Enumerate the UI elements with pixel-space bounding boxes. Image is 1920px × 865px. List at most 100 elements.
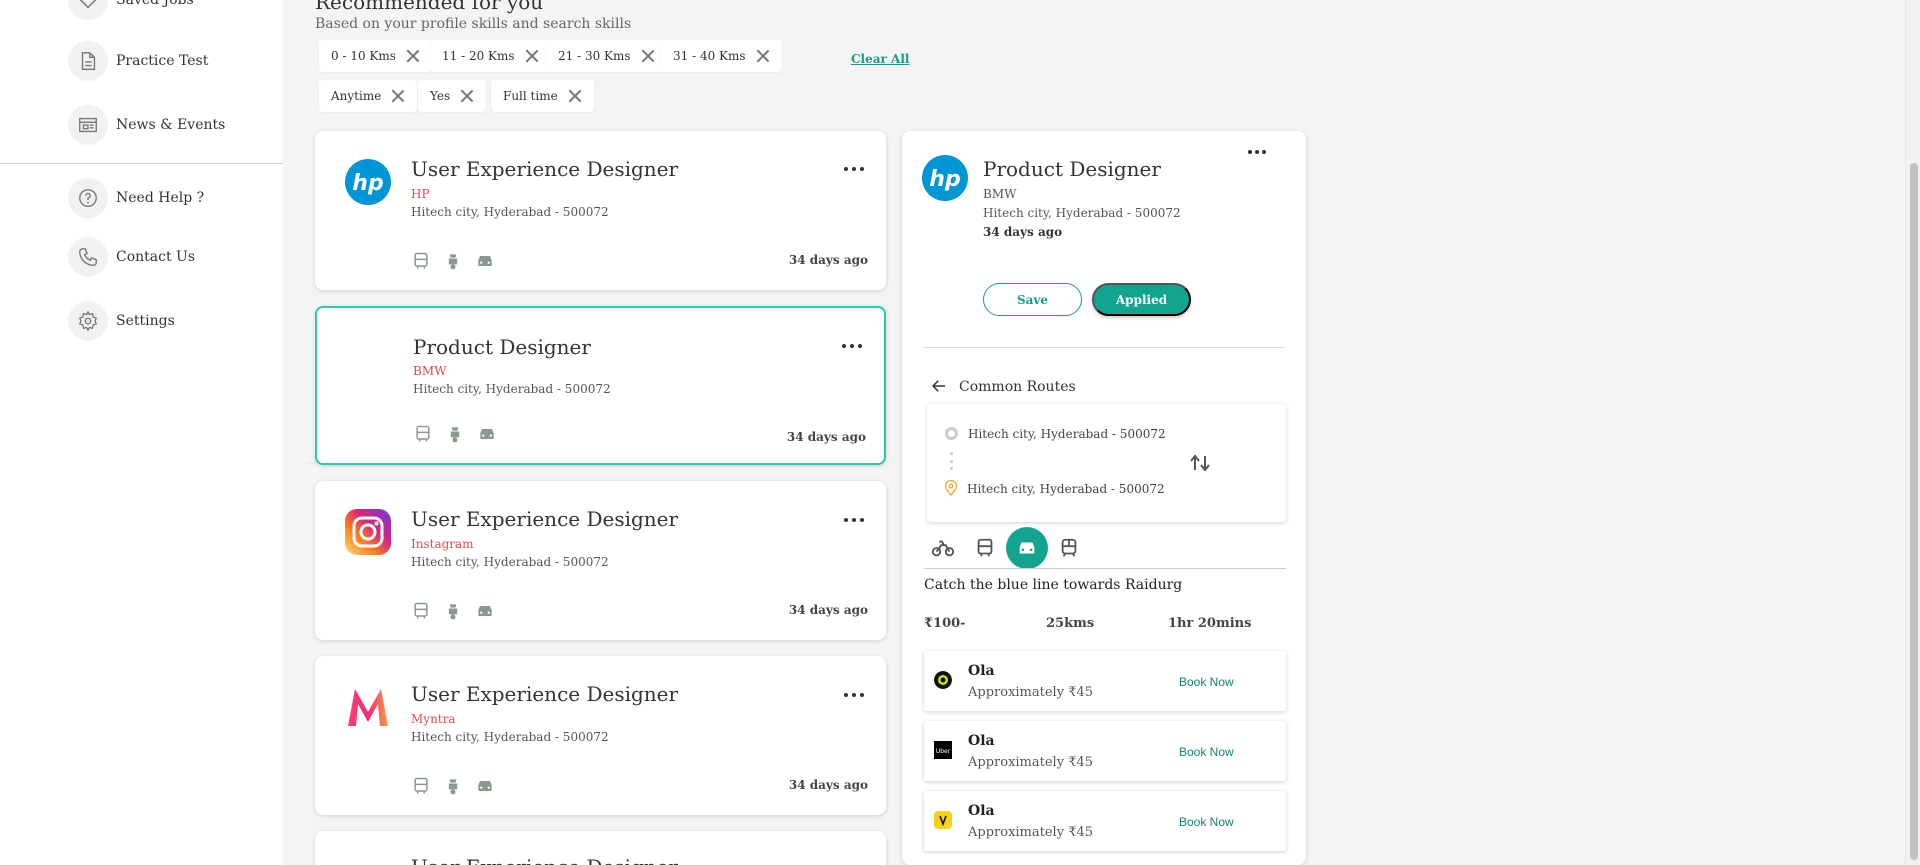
more-options-icon[interactable] <box>842 344 862 350</box>
car-icon <box>478 781 492 791</box>
divider <box>923 347 1285 348</box>
applied-button[interactable]: Applied <box>1092 283 1191 316</box>
close-icon[interactable] <box>641 49 655 63</box>
car-icon <box>478 256 492 266</box>
more-options-icon[interactable] <box>1248 150 1266 155</box>
job-location: Hitech city, Hyderabad - 500072 <box>411 730 609 744</box>
posted-ago: 34 days ago <box>786 430 866 444</box>
posted-ago: 34 days ago <box>788 253 868 267</box>
job-title: User Experience Designer <box>411 507 679 531</box>
sidebar: Saved Jobs Practice Test News & Events N… <box>0 0 283 865</box>
sidebar-item-news-events[interactable]: News & Events <box>68 103 225 147</box>
job-card[interactable]: User Experience Designer Instagram Hitec… <box>315 481 886 640</box>
sidebar-item-need-help[interactable]: Need Help ? <box>68 176 204 220</box>
filter-chip[interactable]: 31 - 40 Kms <box>661 40 782 72</box>
sidebar-item-label: Saved Jobs <box>116 0 194 8</box>
close-icon[interactable] <box>568 89 582 103</box>
page-scrollbar[interactable] <box>1905 0 1920 865</box>
company-name: HP <box>411 187 430 201</box>
scrollbar-thumb[interactable] <box>1910 163 1918 860</box>
sidebar-item-label: Settings <box>116 313 175 329</box>
train-icon[interactable] <box>1048 527 1090 569</box>
cab-option: Uber Ola Approximately ₹45 Book Now <box>924 721 1286 781</box>
filter-chip[interactable]: Yes <box>418 80 487 112</box>
job-card[interactable]: Product Designer BMW Hitech city, Hydera… <box>315 306 886 465</box>
filter-chip[interactable]: 11 - 20 Kms <box>430 40 551 72</box>
route-box: Hitech city, Hyderabad - 500072 Hitech c… <box>927 404 1286 522</box>
cab-name: Ola <box>968 803 995 819</box>
sidebar-item-label: Need Help ? <box>116 190 205 206</box>
bus-icon <box>414 777 428 794</box>
chip-label: 31 - 40 Kms <box>673 49 746 63</box>
sidebar-item-label: News & Events <box>116 117 226 133</box>
filter-chip[interactable]: Anytime <box>319 80 418 112</box>
news-icon <box>68 105 108 145</box>
clear-all-link[interactable]: Clear All <box>851 52 909 66</box>
filter-chip[interactable]: 0 - 10 Kms <box>319 40 432 72</box>
job-title: User Experience Designer <box>411 682 679 706</box>
transport-icons <box>411 776 495 796</box>
detail-location: Hitech city, Hyderabad - 500072 <box>983 206 1181 220</box>
sidebar-item-label: Practice Test <box>116 53 209 69</box>
sidebar-item-contact-us[interactable]: Contact Us <box>68 235 195 279</box>
help-icon <box>68 178 108 218</box>
close-icon[interactable] <box>391 89 405 103</box>
close-icon[interactable] <box>756 49 770 63</box>
close-icon[interactable] <box>460 89 474 103</box>
car-icon[interactable] <box>1006 527 1048 569</box>
car-icon <box>480 429 494 439</box>
cab-price: Approximately ₹45 <box>968 825 1094 840</box>
job-title: Product Designer <box>413 335 591 359</box>
detail-company: BMW <box>983 187 1017 201</box>
route-from: Hitech city, Hyderabad - 500072 <box>968 427 1166 441</box>
sidebar-item-practice-test[interactable]: Practice Test <box>68 39 208 83</box>
save-button[interactable]: Save <box>983 283 1082 316</box>
uber-logo: Uber <box>934 741 952 759</box>
swap-icon[interactable] <box>1189 454 1211 472</box>
back-arrow-icon[interactable] <box>930 377 948 395</box>
phone-icon <box>68 237 108 277</box>
job-card[interactable]: hp User Experience Designer HP Hitech ci… <box>315 131 886 290</box>
ola-logo <box>934 671 952 689</box>
more-options-icon[interactable] <box>844 167 864 173</box>
origin-dot-icon <box>945 427 958 440</box>
company-name: Myntra <box>411 712 456 726</box>
sidebar-item-settings[interactable]: Settings <box>68 299 175 343</box>
car-icon <box>478 606 492 616</box>
close-icon[interactable] <box>525 49 539 63</box>
filter-chip[interactable]: Full time <box>491 80 594 112</box>
more-options-icon[interactable] <box>844 518 864 524</box>
sidebar-divider <box>0 163 283 164</box>
detail-posted-ago: 34 days ago <box>983 225 1063 239</box>
cab-price: Approximately ₹45 <box>968 755 1094 770</box>
bus-icon <box>414 252 428 269</box>
page-subtitle: Based on your profile skills and search … <box>315 16 632 32</box>
bike-icon[interactable] <box>922 527 964 569</box>
route-dots-icon <box>950 452 953 470</box>
transport-icons <box>411 251 495 271</box>
bus-icon[interactable] <box>964 527 1006 569</box>
job-detail-panel: hp Product Designer BMW Hitech city, Hyd… <box>902 131 1306 865</box>
scooter-icon <box>450 427 460 443</box>
detail-job-title: Product Designer <box>983 157 1161 181</box>
more-options-icon[interactable] <box>844 693 864 699</box>
job-location: Hitech city, Hyderabad - 500072 <box>411 555 609 569</box>
job-card[interactable]: User Experience Designer <box>315 831 886 865</box>
svg-text:hp: hp <box>352 171 383 196</box>
svg-text:Uber: Uber <box>936 748 951 755</box>
book-now-button[interactable]: Book Now <box>1179 815 1234 829</box>
close-icon[interactable] <box>406 49 420 63</box>
book-now-button[interactable]: Book Now <box>1179 675 1234 689</box>
posted-ago: 34 days ago <box>788 603 868 617</box>
book-now-button[interactable]: Book Now <box>1179 745 1234 759</box>
job-location: Hitech city, Hyderabad - 500072 <box>411 205 609 219</box>
filter-chip[interactable]: 21 - 30 Kms <box>546 40 667 72</box>
job-card[interactable]: User Experience Designer Myntra Hitech c… <box>315 656 886 815</box>
scooter-icon <box>448 604 458 620</box>
instagram-logo <box>345 509 391 555</box>
company-name: BMW <box>413 364 447 378</box>
sidebar-item-saved-jobs[interactable]: Saved Jobs <box>68 0 194 22</box>
divider <box>924 568 1286 569</box>
heart-icon <box>68 0 108 20</box>
job-title: User Experience Designer <box>411 157 679 181</box>
